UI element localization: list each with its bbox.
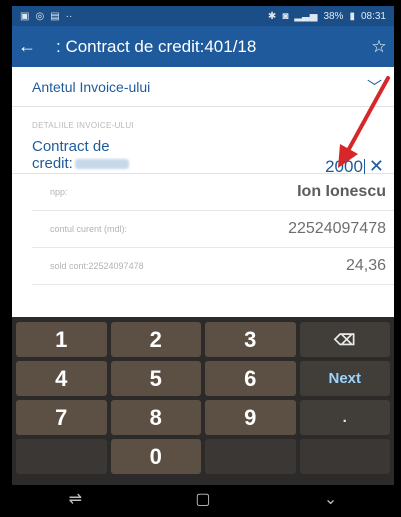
photo-icon: ▤ xyxy=(50,10,60,22)
recent-apps-icon[interactable]: ⇌ xyxy=(69,489,82,509)
key-1[interactable]: 1 xyxy=(16,322,107,357)
next-key[interactable]: Next xyxy=(299,361,390,396)
detail-key: contul curent (mdl): xyxy=(50,224,128,234)
blank-key xyxy=(205,439,296,474)
key-5[interactable]: 5 xyxy=(110,361,201,396)
credit-amount-value: 2000 xyxy=(325,156,363,176)
invoice-header-label: Antetul Invoice-ului xyxy=(32,78,151,95)
text-cursor xyxy=(363,159,365,174)
star-icon[interactable]: ☆ xyxy=(364,37,394,57)
page-title: : Contract de credit:401/18 xyxy=(56,36,257,56)
credit-label-text: credit: xyxy=(32,155,73,172)
keyboard-row: 4 5 6 Next xyxy=(16,361,390,396)
back-arrow-icon[interactable]: ← xyxy=(12,36,42,57)
navigation-bar: ⇌ ▢ ⌄ xyxy=(12,485,394,513)
status-right: ✱ ◙ ▂▃▅ 38% ▮ 08:31 xyxy=(268,11,386,22)
chevron-down-icon: ﹀ xyxy=(366,79,382,96)
key-4[interactable]: 4 xyxy=(16,361,107,396)
detail-value: Ion Ionescu xyxy=(297,183,386,200)
status-left-icons: ▣ ◎ ▤ ·· xyxy=(20,11,72,22)
keyboard-row: 0 xyxy=(16,439,390,474)
detail-row-partial xyxy=(32,285,394,305)
key-2[interactable]: 2 xyxy=(110,322,201,357)
signal-icon: ▂▃▅ xyxy=(294,10,318,22)
detail-row: contul curent (mdl): 22524097478 xyxy=(32,211,394,248)
battery-icon: ▮ xyxy=(349,10,355,22)
hide-keyboard-icon[interactable]: ⌄ xyxy=(324,489,337,509)
numeric-keyboard: 1 2 3 ⌫ 4 5 6 Next 7 8 9 . 0 xyxy=(12,317,394,485)
key-0[interactable]: 0 xyxy=(110,439,201,474)
clear-icon[interactable]: ✕ xyxy=(369,156,384,177)
clock: 08:31 xyxy=(360,10,386,22)
detail-value: 24,36 xyxy=(345,257,386,274)
key-3[interactable]: 3 xyxy=(205,322,296,357)
blank-key xyxy=(299,439,390,474)
backspace-icon[interactable]: ⌫ xyxy=(299,322,390,357)
more-icon: ·· xyxy=(65,10,73,22)
section-title: DETALIILE INVOICE-ULUI xyxy=(32,121,135,130)
bluetooth-icon: ✱ xyxy=(267,10,277,22)
status-bar: ▣ ◎ ▤ ·· ✱ ◙ ▂▃▅ 38% ▮ 08:31 xyxy=(12,6,394,26)
key-8[interactable]: 8 xyxy=(110,400,201,435)
mute-icon: ◙ xyxy=(282,10,289,22)
key-7[interactable]: 7 xyxy=(16,400,107,435)
key-9[interactable]: 9 xyxy=(205,400,296,435)
key-6[interactable]: 6 xyxy=(205,361,296,396)
detail-key: sold cont:22524097478 xyxy=(50,261,144,271)
battery-percent: 38% xyxy=(323,10,344,22)
detail-row: npp: Ion Ionescu xyxy=(32,174,394,211)
detail-row: sold cont:22524097478 24,36 xyxy=(32,248,394,285)
keyboard-row: 7 8 9 . xyxy=(16,400,390,435)
blurred-contract-number xyxy=(74,158,129,169)
keyboard-row: 1 2 3 ⌫ xyxy=(16,322,390,357)
dot-key[interactable]: . xyxy=(299,400,390,435)
credit-label-line1: Contract de xyxy=(32,138,110,155)
gallery-icon: ▣ xyxy=(20,10,30,22)
invoice-content: Antetul Invoice-ului ﹀ DETALIILE INVOICE… xyxy=(12,67,394,317)
credit-amount-input[interactable]: 2000 ✕ xyxy=(325,156,384,177)
home-icon[interactable]: ▢ xyxy=(195,489,210,509)
detail-key: npp: xyxy=(50,187,68,197)
wifi-icon: ◎ xyxy=(35,10,45,22)
blank-key xyxy=(16,439,107,474)
invoice-header-toggle[interactable]: Antetul Invoice-ului ﹀ xyxy=(12,67,394,107)
detail-value: 22524097478 xyxy=(288,220,386,237)
app-bar: ← : Contract de credit:401/18 ☆ xyxy=(12,26,394,67)
credit-contract-field[interactable]: Contract de credit: 2000 ✕ xyxy=(12,130,394,177)
